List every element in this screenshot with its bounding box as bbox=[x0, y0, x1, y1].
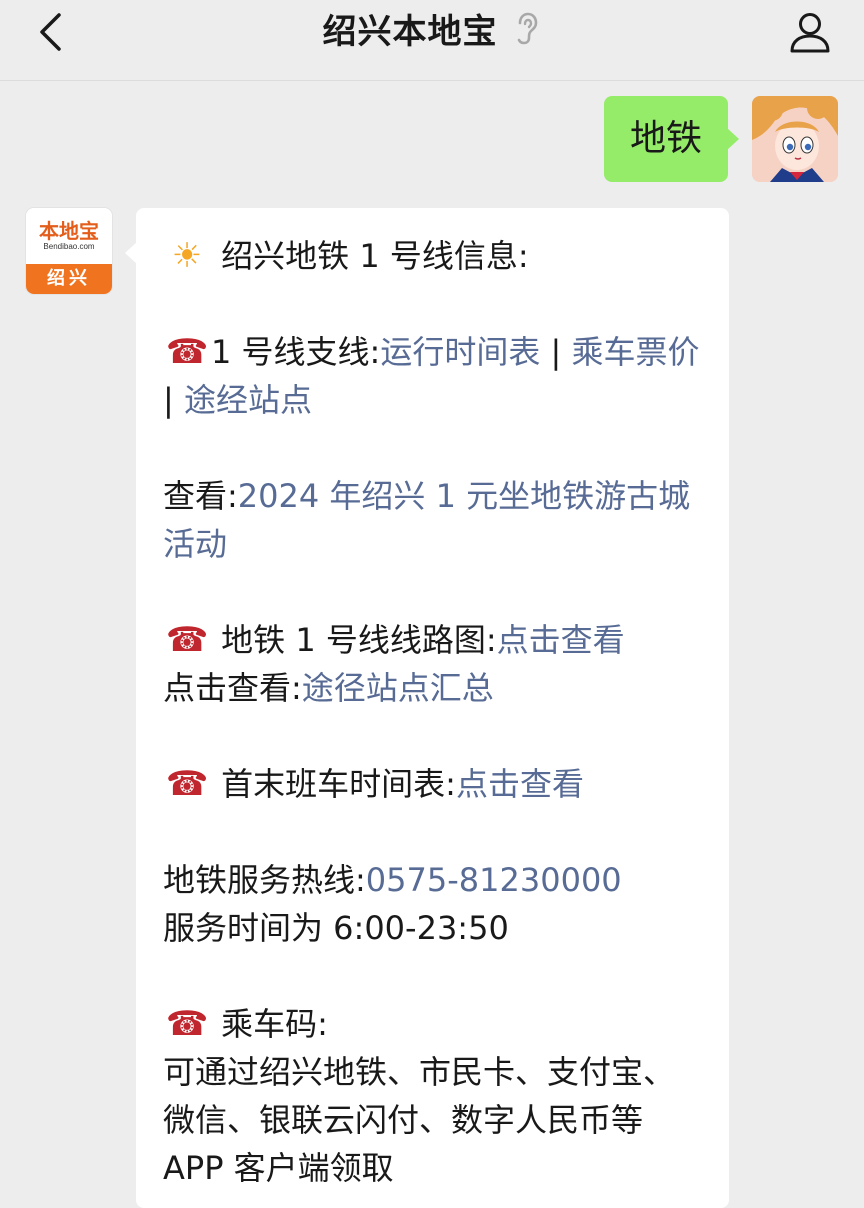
telephone-icon: ☎ bbox=[165, 1004, 209, 1044]
first-last-label: 首末班车时间表: bbox=[221, 765, 456, 803]
schedule-link[interactable]: 运行时间表 bbox=[380, 333, 540, 371]
station-summary-line: 点击查看:途径站点汇总 bbox=[163, 664, 702, 712]
outgoing-message-row: 地铁 bbox=[603, 96, 838, 182]
ride-code-label: 乘车码: bbox=[221, 1005, 328, 1043]
station-summary-link[interactable]: 途径站点汇总 bbox=[302, 669, 494, 707]
bot-avatar-domain: Bendibao.com bbox=[43, 242, 95, 251]
bot-avatar[interactable]: 本地宝 Bendibao.com 绍兴 bbox=[26, 208, 112, 294]
click-view-label: 点击查看: bbox=[163, 669, 302, 707]
person-icon bbox=[790, 13, 830, 53]
sun-icon: ☀ bbox=[171, 236, 203, 276]
branch-label: 1 号线支线: bbox=[211, 333, 381, 371]
bot-avatar-logo: 本地宝 Bendibao.com bbox=[26, 208, 112, 264]
telephone-icon: ☎ bbox=[165, 764, 209, 804]
title-group: 绍兴本地宝 bbox=[0, 0, 864, 56]
bot-avatar-city: 绍兴 bbox=[26, 264, 112, 294]
incoming-message-bubble: ☀ 绍兴地铁 1 号线信息: ☎1 号线支线:运行时间表 | 乘车票价 | 途经… bbox=[125, 208, 729, 1208]
fare-link[interactable]: 乘车票价 bbox=[571, 333, 699, 371]
service-hours: 服务时间为 6:00-23:50 bbox=[163, 909, 509, 947]
message-title-line: ☀ 绍兴地铁 1 号线信息: bbox=[163, 232, 702, 280]
first-last-line: ☎ 首末班车时间表:点击查看 bbox=[163, 760, 702, 808]
chat-title: 绍兴本地宝 bbox=[322, 11, 498, 52]
hotline-label: 地铁服务热线: bbox=[163, 861, 366, 899]
activity-line: 查看:2024 年绍兴 1 元坐地铁游古城活动 bbox=[163, 472, 702, 568]
branch-line: ☎1 号线支线:运行时间表 | 乘车票价 | 途经站点 bbox=[163, 328, 702, 424]
first-last-link[interactable]: 点击查看 bbox=[456, 765, 584, 803]
telephone-icon: ☎ bbox=[165, 332, 209, 372]
profile-button[interactable] bbox=[782, 4, 838, 60]
separator: | bbox=[163, 381, 184, 419]
stations-link[interactable]: 途经站点 bbox=[184, 381, 312, 419]
map-line: ☎ 地铁 1 号线线路图:点击查看 bbox=[163, 616, 702, 664]
view-label: 查看: bbox=[163, 477, 238, 515]
ear-icon bbox=[512, 10, 542, 46]
chat-header: 绍兴本地宝 bbox=[0, 0, 864, 81]
ride-code-text: 可通过绍兴地铁、市民卡、支付宝、微信、银联云闪付、数字人民币等 APP 客户端领… bbox=[163, 1053, 676, 1187]
ride-code-line: ☎ 乘车码: bbox=[163, 1000, 702, 1048]
hotline-line: 地铁服务热线:0575-81230000 bbox=[163, 856, 702, 904]
user-avatar[interactable] bbox=[752, 96, 838, 182]
separator: | bbox=[540, 333, 572, 371]
map-link[interactable]: 点击查看 bbox=[497, 621, 625, 659]
bot-avatar-brand: 本地宝 bbox=[39, 219, 99, 243]
activity-link[interactable]: 2024 年绍兴 1 元坐地铁游古城活动 bbox=[163, 477, 690, 563]
hotline-number[interactable]: 0575-81230000 bbox=[366, 861, 622, 899]
map-label: 地铁 1 号线线路图: bbox=[221, 621, 497, 659]
message-title: 绍兴地铁 1 号线信息: bbox=[221, 237, 529, 275]
telephone-icon: ☎ bbox=[165, 620, 209, 660]
outgoing-message-bubble[interactable]: 地铁 bbox=[603, 96, 740, 182]
